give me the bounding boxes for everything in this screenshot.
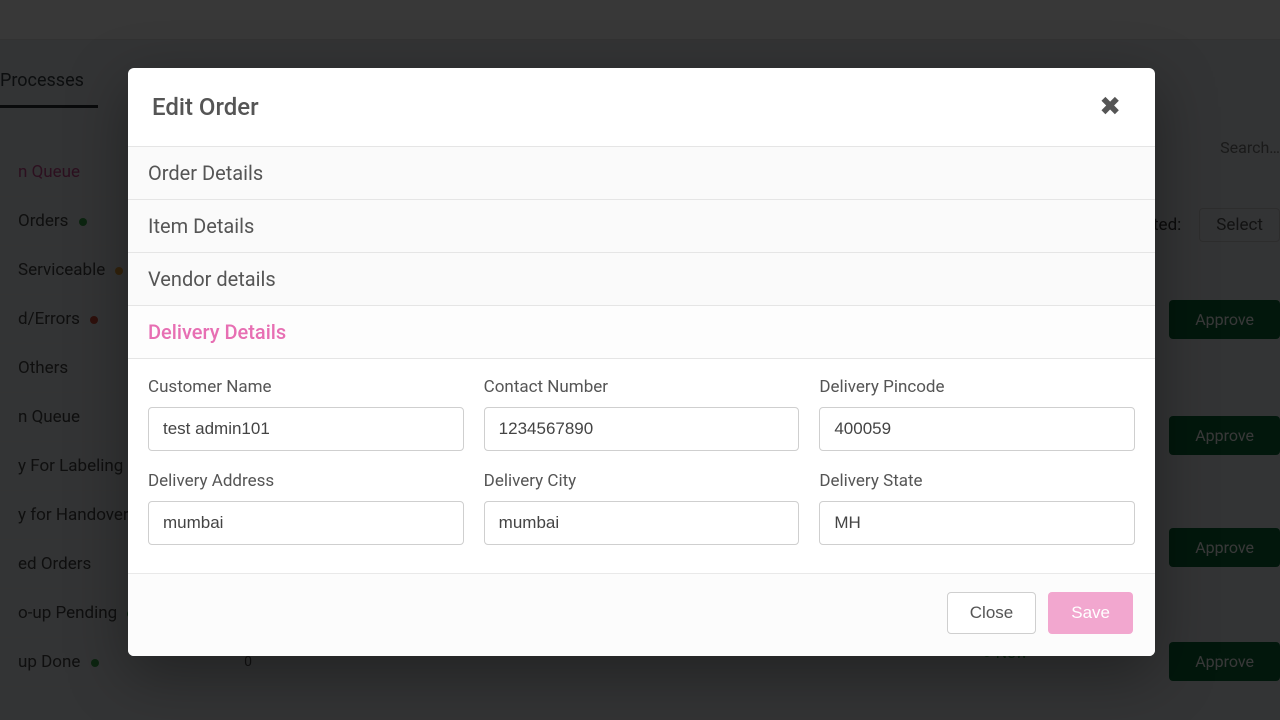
delivery-details-panel: Customer Name Contact Number Delivery Pi…	[128, 359, 1155, 574]
delivery-address-label: Delivery Address	[148, 471, 464, 491]
accordion: Order Details Item Details Vendor detail…	[128, 146, 1155, 574]
accordion-item-details[interactable]: Item Details	[128, 200, 1155, 253]
modal-footer: Close Save	[128, 574, 1155, 656]
delivery-state-label: Delivery State	[819, 471, 1135, 491]
delivery-city-label: Delivery City	[484, 471, 800, 491]
delivery-address-input[interactable]	[148, 501, 464, 545]
close-button[interactable]: Close	[947, 592, 1036, 634]
delivery-city-input[interactable]	[484, 501, 800, 545]
contact-number-input[interactable]	[484, 407, 800, 451]
accordion-delivery-details[interactable]: Delivery Details	[128, 306, 1155, 359]
modal-title: Edit Order	[152, 93, 259, 121]
contact-number-label: Contact Number	[484, 377, 800, 397]
edit-order-modal: Edit Order ✖ Order Details Item Details …	[128, 68, 1155, 656]
close-icon[interactable]: ✖	[1093, 90, 1127, 124]
modal-header: Edit Order ✖	[128, 68, 1155, 146]
save-button[interactable]: Save	[1048, 592, 1133, 634]
customer-name-input[interactable]	[148, 407, 464, 451]
delivery-pincode-input[interactable]	[819, 407, 1135, 451]
delivery-state-input[interactable]	[819, 501, 1135, 545]
accordion-order-details[interactable]: Order Details	[128, 147, 1155, 200]
customer-name-label: Customer Name	[148, 377, 464, 397]
delivery-pincode-label: Delivery Pincode	[819, 377, 1135, 397]
accordion-vendor-details[interactable]: Vendor details	[128, 253, 1155, 306]
